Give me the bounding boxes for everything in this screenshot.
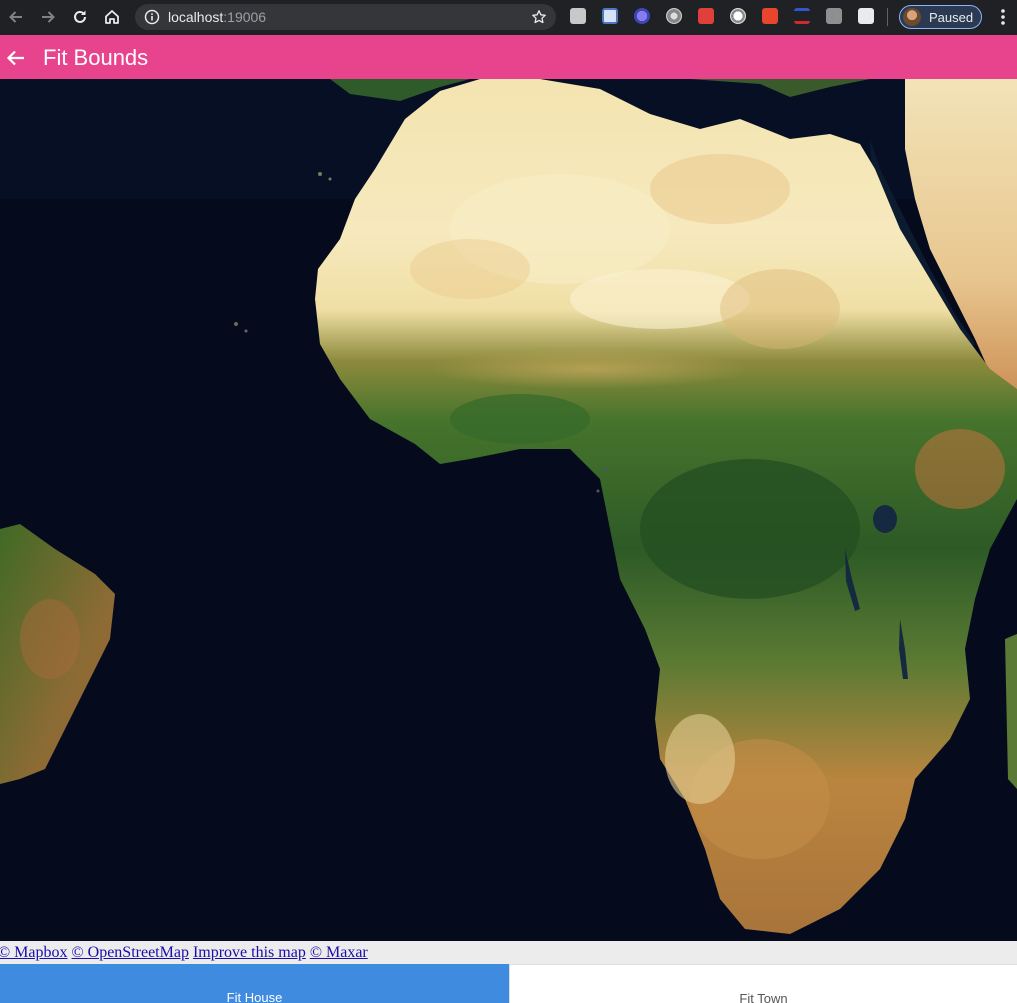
forward-arrow-icon[interactable] — [37, 6, 59, 28]
mail-extension-icon[interactable] — [602, 8, 618, 24]
puzzle-extension-icon[interactable] — [698, 8, 714, 24]
globe-extension-icon[interactable] — [634, 8, 650, 24]
circle-extension-icon[interactable] — [730, 8, 746, 24]
page-title: Fit Bounds — [43, 45, 149, 70]
openstreetmap-attribution-link[interactable]: © OpenStreetMap — [71, 944, 188, 961]
satellite-map — [0, 79, 1017, 941]
home-icon[interactable] — [101, 6, 123, 28]
s-extension-icon[interactable] — [794, 8, 810, 24]
fit-house-button[interactable]: Fit House — [0, 964, 509, 1003]
toolbar-divider — [887, 8, 888, 26]
bookmark-star-icon[interactable] — [531, 9, 547, 30]
reload-icon[interactable] — [69, 6, 91, 28]
mapbox-attribution-link[interactable]: © Mapbox — [0, 944, 67, 961]
info-icon[interactable] — [144, 9, 160, 30]
maxar-attribution-link[interactable]: © Maxar — [310, 944, 368, 961]
browser-toolbar: localhost:19006 Paused — [0, 0, 1017, 35]
address-bar[interactable]: localhost:19006 — [135, 4, 556, 30]
arrow-left-icon[interactable] — [4, 46, 28, 70]
profile-button[interactable]: Paused — [899, 5, 982, 29]
camera-extension-icon[interactable] — [826, 8, 842, 24]
t-extension-icon[interactable] — [570, 8, 586, 24]
sidebar-extension-icon[interactable] — [858, 8, 874, 24]
more-menu-icon[interactable] — [998, 8, 1008, 31]
url-port: :19006 — [223, 9, 267, 25]
avatar — [903, 8, 921, 26]
fit-town-button[interactable]: Fit Town — [509, 964, 1017, 1003]
back-arrow-icon[interactable] — [5, 6, 27, 28]
chrome-extension-icon[interactable] — [666, 8, 682, 24]
map-view[interactable] — [0, 79, 1017, 941]
fit-buttons-bar: Fit House Fit Town — [0, 964, 1017, 1003]
improve-map-link[interactable]: Improve this map — [193, 944, 306, 961]
url-text: localhost:19006 — [168, 9, 266, 25]
orange-extension-icon[interactable] — [762, 8, 778, 24]
app-header: Fit Bounds — [0, 35, 1017, 79]
map-attribution: © Mapbox © OpenStreetMap Improve this map ©… — [0, 941, 1017, 964]
profile-status: Paused — [929, 10, 974, 25]
url-host: localhost — [168, 9, 224, 25]
